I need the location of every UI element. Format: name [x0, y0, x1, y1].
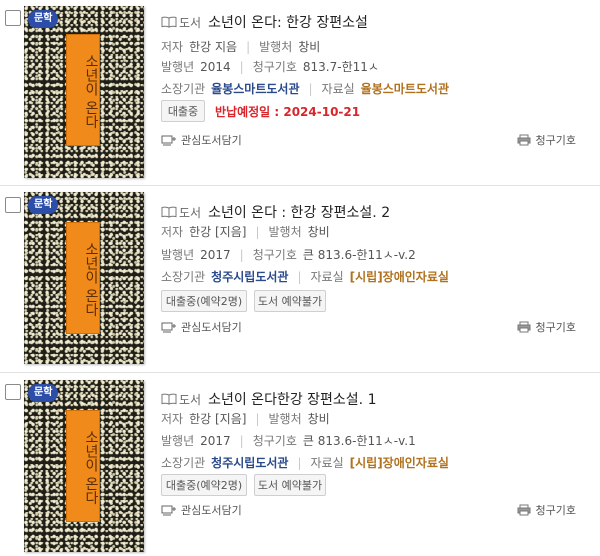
- loan-status-button[interactable]: 대출중: [161, 100, 205, 122]
- wishlist-button[interactable]: 관심도서담기: [161, 132, 242, 148]
- printer-icon: [517, 321, 531, 333]
- select-checkbox[interactable]: [5, 384, 21, 400]
- book-icon: [161, 206, 177, 218]
- year-label: 발행년: [161, 434, 195, 448]
- print-call-number-button[interactable]: 청구기호: [517, 502, 576, 518]
- shelf-add-icon: [161, 505, 176, 516]
- author-label: 저자: [161, 40, 184, 54]
- cover-title: 소년이 온다: [83, 241, 99, 317]
- printer-icon: [517, 504, 531, 516]
- call-number-label: 청구기호: [252, 248, 297, 262]
- print-label: 청구기호: [535, 134, 576, 147]
- cover-title: 소년이 온다: [83, 429, 99, 505]
- print-call-number-button[interactable]: 청구기호: [517, 132, 576, 148]
- library-value[interactable]: 율봉스마트도서관: [211, 80, 299, 97]
- library-value[interactable]: 청주시립도서관: [211, 454, 288, 471]
- author-row: 저자 한강 지음 | 발행처 창비: [161, 39, 321, 55]
- loan-status-button[interactable]: 대출중(예약2명): [161, 474, 247, 496]
- author-value: 한강 지음: [189, 40, 238, 54]
- publisher-label: 발행처: [259, 40, 293, 54]
- year-label: 발행년: [161, 60, 195, 74]
- author-label: 저자: [161, 412, 184, 426]
- wishlist-label: 관심도서담기: [181, 504, 242, 517]
- title-row: 도서 소년이 온다 : 한강 장편소설. 2: [161, 202, 390, 222]
- publisher-value: 창비: [307, 412, 330, 426]
- select-checkbox[interactable]: [5, 197, 21, 213]
- shelf-add-icon: [161, 322, 176, 333]
- publisher-value: 창비: [298, 40, 321, 54]
- material-type: 도서: [179, 205, 202, 220]
- shelf-add-icon: [161, 135, 176, 146]
- reserve-button[interactable]: 도서 예약불가: [254, 290, 326, 312]
- cover-title-panel: 소년이 온다: [66, 222, 100, 334]
- due-date: 반납예정일 : 2024-10-21: [215, 105, 361, 119]
- library-value[interactable]: 청주시립도서관: [211, 268, 288, 285]
- library-label: 소장기관: [161, 82, 206, 96]
- year-value: 2014: [200, 59, 231, 74]
- cover-title-panel: 소년이 온다: [66, 34, 100, 146]
- genre-badge: 문학: [28, 384, 59, 402]
- holding-row: 소장기관 청주시립도서관 | 자료실 [시립]장애인자료실: [161, 268, 449, 285]
- print-label: 청구기호: [535, 504, 576, 517]
- book-icon: [161, 393, 177, 405]
- title-row: 도서 소년이 온다한강 장편소설. 1: [161, 389, 376, 409]
- year-label: 발행년: [161, 248, 195, 262]
- library-label: 소장기관: [161, 270, 206, 284]
- select-checkbox[interactable]: [5, 10, 21, 26]
- genre-badge: 문학: [28, 196, 59, 214]
- material-type: 도서: [179, 15, 202, 30]
- result-item: 문학 소년이 온다 도서 소년이 온다: 한강 장편소설 저자 한강 지음 | …: [0, 0, 600, 182]
- wishlist-label: 관심도서담기: [181, 134, 242, 147]
- library-label: 소장기관: [161, 456, 206, 470]
- reserve-button[interactable]: 도서 예약불가: [254, 474, 326, 496]
- material-type: 도서: [179, 392, 202, 407]
- holding-row: 소장기관 율봉스마트도서관 | 자료실 율봉스마트도서관: [161, 80, 449, 97]
- wishlist-label: 관심도서담기: [181, 321, 242, 334]
- holding-row: 소장기관 청주시립도서관 | 자료실 [시립]장애인자료실: [161, 454, 449, 471]
- book-icon: [161, 16, 177, 28]
- year-value: 2017: [200, 247, 231, 262]
- room-label: 자료실: [321, 82, 355, 96]
- cover-title-panel: 소년이 온다: [66, 410, 100, 522]
- title-row: 도서 소년이 온다: 한강 장편소설: [161, 12, 368, 32]
- call-number-value: 813.7-한11ㅅ: [302, 60, 379, 74]
- publisher-label: 발행처: [268, 412, 302, 426]
- loan-status-button[interactable]: 대출중(예약2명): [161, 290, 247, 312]
- result-item: 문학 소년이 온다 도서 소년이 온다한강 장편소설. 1 저자 한강 [지음]…: [0, 372, 600, 556]
- book-cover[interactable]: 문학 소년이 온다: [24, 192, 144, 364]
- year-value: 2017: [200, 433, 231, 448]
- call-number-label: 청구기호: [252, 60, 297, 74]
- print-call-number-button[interactable]: 청구기호: [517, 319, 576, 335]
- book-cover[interactable]: 문학 소년이 온다: [24, 380, 144, 552]
- room-label: 자료실: [310, 270, 344, 284]
- book-cover[interactable]: 문학 소년이 온다: [24, 6, 144, 178]
- call-number-value: 큰 813.6-한11ㅅ-v.1: [302, 434, 416, 448]
- genre-badge: 문학: [28, 10, 59, 28]
- print-label: 청구기호: [535, 321, 576, 334]
- room-value: 율봉스마트도서관: [360, 82, 449, 96]
- author-row: 저자 한강 [지음] | 발행처 창비: [161, 411, 330, 427]
- book-title-link[interactable]: 소년이 온다 : 한강 장편소설. 2: [208, 202, 390, 222]
- author-row: 저자 한강 [지음] | 발행처 창비: [161, 224, 330, 240]
- year-row: 발행년 2017 | 청구기호 큰 813.6-한11ㅅ-v.1: [161, 433, 416, 449]
- call-number-value: 큰 813.6-한11ㅅ-v.2: [302, 248, 416, 262]
- cover-title: 소년이 온다: [83, 53, 99, 129]
- room-value: [시립]장애인자료실: [349, 456, 449, 470]
- printer-icon: [517, 134, 531, 146]
- author-value: 한강 [지음]: [189, 225, 247, 239]
- wishlist-button[interactable]: 관심도서담기: [161, 319, 242, 335]
- year-row: 발행년 2017 | 청구기호 큰 813.6-한11ㅅ-v.2: [161, 247, 416, 263]
- call-number-label: 청구기호: [252, 434, 297, 448]
- wishlist-button[interactable]: 관심도서담기: [161, 502, 242, 518]
- result-item: 문학 소년이 온다 도서 소년이 온다 : 한강 장편소설. 2 저자 한강 […: [0, 185, 600, 367]
- publisher-label: 발행처: [268, 225, 302, 239]
- author-label: 저자: [161, 225, 184, 239]
- book-title-link[interactable]: 소년이 온다: 한강 장편소설: [208, 12, 368, 32]
- room-label: 자료실: [310, 456, 344, 470]
- book-title-link[interactable]: 소년이 온다한강 장편소설. 1: [208, 389, 376, 409]
- year-row: 발행년 2014 | 청구기호 813.7-한11ㅅ: [161, 59, 379, 75]
- room-value: [시립]장애인자료실: [349, 270, 449, 284]
- author-value: 한강 [지음]: [189, 412, 247, 426]
- publisher-value: 창비: [307, 225, 330, 239]
